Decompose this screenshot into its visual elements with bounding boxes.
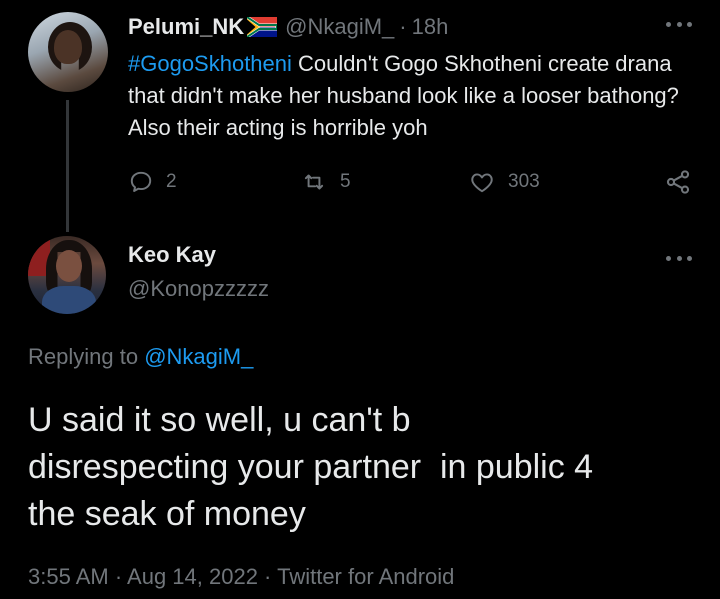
thread-connector-line (66, 100, 69, 232)
share-icon (666, 170, 690, 194)
retweet-button[interactable]: 5 (300, 164, 351, 200)
parent-action-bar: 2 5 303 (128, 164, 698, 200)
reply-count: 2 (166, 171, 177, 192)
reply-icon (130, 171, 152, 192)
parent-avatar[interactable] (28, 12, 108, 92)
parent-display-name[interactable]: Pelumi_NK (128, 14, 244, 40)
main-tweet-text: U said it so well, u can't b disrespecti… (28, 401, 594, 533)
replying-to-line: Replying to @NkagiM_ (28, 344, 253, 370)
parent-more-icon[interactable] (666, 20, 692, 28)
main-avatar[interactable] (28, 236, 106, 314)
share-button[interactable] (664, 164, 692, 200)
retweet-count: 5 (340, 171, 351, 192)
heart-icon (471, 173, 493, 193)
replying-mention-link[interactable]: @NkagiM_ (144, 344, 253, 369)
retweet-icon (304, 174, 324, 190)
main-handle[interactable]: @Konopzzzzz (128, 276, 269, 302)
main-display-name[interactable]: Keo Kay (128, 242, 216, 268)
replying-prefix: Replying to (28, 344, 145, 369)
header-separator: · (399, 14, 407, 39)
south-africa-flag-icon (247, 17, 278, 37)
hashtag-link[interactable]: #GogoSkhotheni (128, 51, 292, 76)
parent-tweet-text: #GogoSkhotheni Couldn't Gogo Skhotheni c… (128, 48, 698, 144)
like-button[interactable]: 303 (468, 164, 540, 200)
parent-time[interactable]: 18h (412, 14, 449, 40)
tweet-thread: Pelumi_NK @NkagiM_ · 18h #GogoSkhotheni … (0, 0, 720, 599)
tweet-timestamp[interactable]: 3:55 AM · Aug 14, 2022 · Twitter for And… (28, 564, 454, 590)
like-count: 303 (508, 171, 540, 192)
reply-button[interactable]: 2 (128, 164, 177, 200)
parent-tweet-header: Pelumi_NK @NkagiM_ · 18h (128, 12, 448, 42)
main-more-icon[interactable] (666, 254, 692, 262)
parent-handle[interactable]: @NkagiM_ (285, 14, 394, 40)
